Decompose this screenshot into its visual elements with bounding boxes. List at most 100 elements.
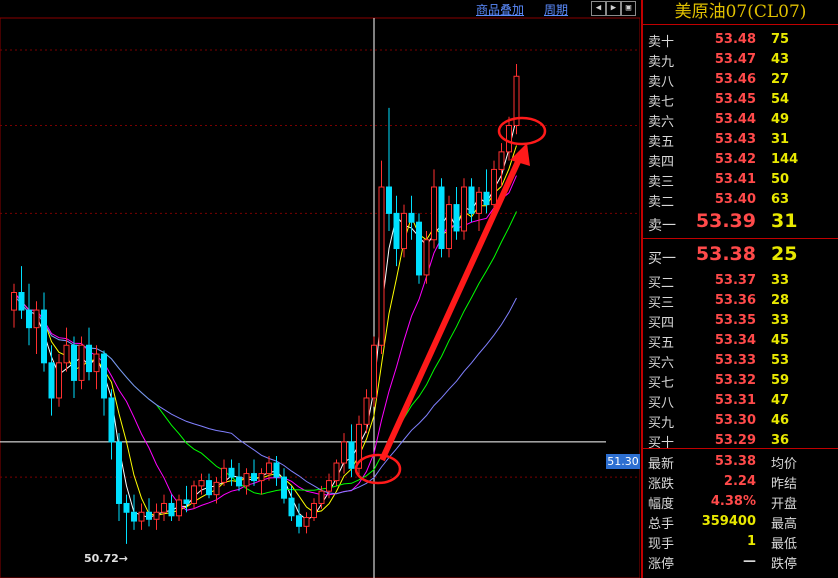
level-label: 买四 xyxy=(648,316,675,331)
level-label: 卖五 xyxy=(648,135,675,150)
divider xyxy=(643,24,838,25)
quote-panel: 美原油07(CL07) 卖十 53.48 75 卖九 53.47 43 卖八 53.46 27 卖… xyxy=(641,0,838,578)
candle-body xyxy=(431,186,437,241)
stat-value: 2.24 xyxy=(723,474,756,489)
candle-body xyxy=(168,502,175,517)
level-price: 53.45 xyxy=(714,92,756,107)
level-price: 53.43 xyxy=(714,132,756,147)
ask-row[interactable]: 卖一 53.39 31 xyxy=(643,209,838,237)
arrow-right-icon[interactable]: ▶ xyxy=(606,1,621,16)
candle-body xyxy=(161,502,167,513)
candle-body xyxy=(266,462,272,475)
bid-row[interactable]: 买一 53.38 25 xyxy=(643,242,838,270)
level-volume: 25 xyxy=(771,243,798,265)
level-volume: 75 xyxy=(771,32,790,47)
level-price: 53.40 xyxy=(714,192,756,207)
low-price-value: 50.72 xyxy=(84,552,119,565)
ask-row[interactable]: 卖二 53.40 63 xyxy=(643,189,838,210)
bid-row[interactable]: 买八 53.31 47 xyxy=(643,390,838,411)
stat-label-2: 开盘 xyxy=(771,497,798,512)
candle-body xyxy=(273,462,280,478)
annotation-circle-end xyxy=(497,116,547,146)
candle-body xyxy=(296,515,302,527)
ask-row[interactable]: 卖五 53.43 31 xyxy=(643,129,838,150)
candle-body xyxy=(461,186,467,232)
stat-value: 359400 xyxy=(701,514,756,529)
bid-row[interactable]: 买六 53.33 53 xyxy=(643,350,838,371)
candle-body xyxy=(363,397,370,425)
level-label: 卖七 xyxy=(648,95,675,110)
level-price: 53.36 xyxy=(714,293,756,308)
level-label: 卖四 xyxy=(648,155,675,170)
level-volume: 144 xyxy=(771,152,799,167)
candle-body xyxy=(191,485,197,504)
candle-body xyxy=(318,490,325,504)
level-price: 53.38 xyxy=(695,243,756,265)
bid-row[interactable]: 买二 53.37 33 xyxy=(643,270,838,291)
level-volume: 33 xyxy=(771,313,790,328)
bid-row[interactable]: 买十 53.29 36 xyxy=(643,430,838,451)
level-volume: 53 xyxy=(771,353,790,368)
ask-row[interactable]: 卖八 53.46 27 xyxy=(643,69,838,90)
level-volume: 47 xyxy=(771,393,790,408)
candle-body xyxy=(423,239,430,276)
level-price: 53.32 xyxy=(714,373,756,388)
candle-body xyxy=(341,441,347,464)
stat-label-2: 昨结 xyxy=(771,477,798,492)
level-label: 买二 xyxy=(648,276,675,291)
candle-body xyxy=(408,212,415,223)
candle-body xyxy=(41,309,47,364)
level-volume: 63 xyxy=(771,192,790,207)
bid-row[interactable]: 买七 53.32 59 xyxy=(643,370,838,391)
bid-row[interactable]: 买四 53.35 33 xyxy=(643,310,838,331)
level-price: 53.39 xyxy=(695,210,756,232)
level-label: 卖一 xyxy=(648,218,676,234)
candle-body xyxy=(116,441,122,504)
candle-body xyxy=(378,186,385,346)
candle-body xyxy=(453,204,460,232)
instrument-title: 美原油07(CL07) xyxy=(674,2,807,22)
ask-row[interactable]: 卖六 53.44 49 xyxy=(643,109,838,130)
overlay-button[interactable]: 商品叠加 xyxy=(476,1,524,18)
candle-body xyxy=(93,353,100,373)
arrow-left-icon[interactable]: ◀ xyxy=(591,1,606,16)
stat-row: 总手 359400 最高 xyxy=(643,512,838,532)
level-price: 53.29 xyxy=(714,433,756,448)
stat-label-2: 均价 xyxy=(771,457,798,472)
level-price: 53.44 xyxy=(714,112,756,127)
level-label: 卖三 xyxy=(648,175,675,190)
toggle-icon[interactable]: ▣ xyxy=(621,1,636,16)
level-label: 卖六 xyxy=(648,115,675,130)
period-button[interactable]: 周期 xyxy=(544,1,568,18)
ask-row[interactable]: 卖十 53.48 75 xyxy=(643,29,838,50)
candle-body xyxy=(281,476,287,499)
candle-body xyxy=(86,344,92,373)
candlestick-chart[interactable] xyxy=(0,0,640,578)
candle-body xyxy=(146,511,152,520)
ma-line xyxy=(13,117,517,521)
candle-body xyxy=(348,441,355,469)
level-volume: 46 xyxy=(771,413,790,428)
bid-row[interactable]: 买九 53.30 46 xyxy=(643,410,838,431)
stat-row: 幅度 4.38% 开盘 xyxy=(643,492,838,512)
level-price: 53.46 xyxy=(714,72,756,87)
ask-row[interactable]: 卖四 53.42 144 xyxy=(643,149,838,170)
bid-row[interactable]: 买五 53.34 45 xyxy=(643,330,838,351)
candle-body xyxy=(251,473,257,482)
divider xyxy=(643,238,838,239)
ask-row[interactable]: 卖九 53.47 43 xyxy=(643,49,838,70)
candle-body xyxy=(26,309,32,329)
bid-row[interactable]: 买三 53.36 28 xyxy=(643,290,838,311)
ask-row[interactable]: 卖三 53.41 50 xyxy=(643,169,838,190)
candle-body xyxy=(498,151,505,170)
level-label: 买八 xyxy=(648,396,675,411)
ask-row[interactable]: 卖七 53.45 54 xyxy=(643,89,838,110)
crosshair-price-tag: 51.30 xyxy=(606,454,640,469)
candle-body xyxy=(491,168,497,206)
level-label: 卖十 xyxy=(648,35,675,50)
stat-row: 最新 53.38 均价 xyxy=(643,452,838,472)
candle-body xyxy=(288,497,295,517)
level-label: 买九 xyxy=(648,416,675,431)
stat-label: 总手 xyxy=(648,517,675,532)
candle-body xyxy=(393,212,400,250)
